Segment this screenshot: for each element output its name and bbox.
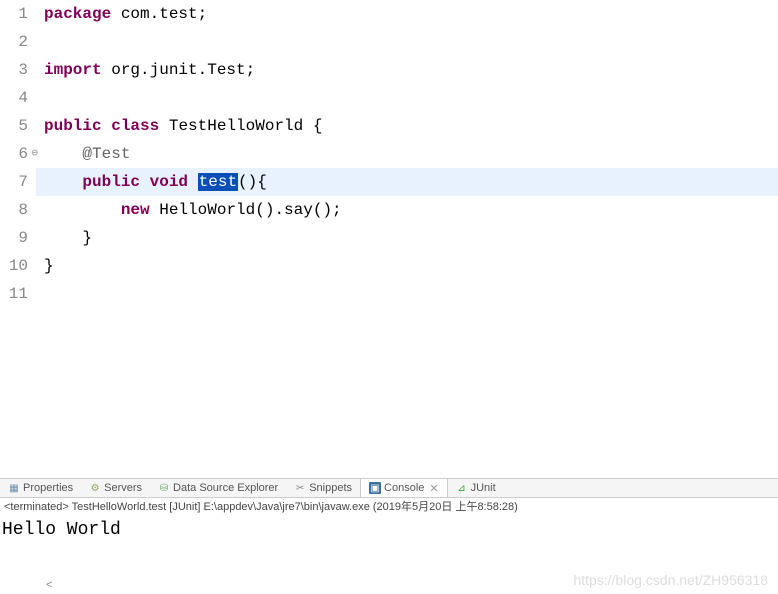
code-line[interactable]: public void test(){ — [36, 168, 778, 196]
line-number: 3 — [0, 56, 28, 84]
selected-text: test — [198, 173, 238, 191]
code-token: public — [82, 173, 140, 191]
tab-snippets[interactable]: ✂Snippets — [286, 479, 360, 497]
code-line[interactable] — [36, 84, 778, 112]
code-line[interactable] — [36, 280, 778, 308]
properties-icon: ▦ — [8, 482, 20, 494]
code-token — [44, 201, 121, 219]
line-number-gutter: 1234567891011 — [0, 0, 36, 478]
tab-junit[interactable]: ⊿JUnit — [448, 479, 504, 497]
code-token: class — [111, 117, 159, 135]
watermark: https://blog.csdn.net/ZH956318 — [573, 572, 768, 588]
code-line[interactable]: @Test — [36, 140, 778, 168]
line-number: 10 — [0, 252, 28, 280]
code-content[interactable]: package com.test; import org.junit.Test; p… — [36, 0, 778, 478]
snippets-icon: ✂ — [294, 482, 306, 494]
code-token: com.test; — [111, 5, 207, 23]
tab-label: Console — [384, 482, 424, 494]
code-line[interactable]: } — [36, 252, 778, 280]
code-token — [44, 173, 82, 191]
tab-label: Data Source Explorer — [173, 482, 278, 494]
code-token: void — [150, 173, 188, 191]
code-token — [188, 173, 198, 191]
line-number: 2 — [0, 28, 28, 56]
code-token: } — [44, 257, 54, 275]
tab-label: Properties — [23, 482, 73, 494]
servers-icon: ⚙ — [89, 482, 101, 494]
code-token: package — [44, 5, 111, 23]
tab-label: JUnit — [471, 482, 496, 494]
line-number: 1 — [0, 0, 28, 28]
data-source-icon: ⛁ — [158, 482, 170, 494]
line-number: 5 — [0, 112, 28, 140]
line-number: 6 — [0, 140, 28, 168]
code-token: TestHelloWorld { — [159, 117, 322, 135]
console-output[interactable]: Hello World — [0, 516, 778, 576]
line-number: 4 — [0, 84, 28, 112]
code-token: } — [44, 229, 92, 247]
tab-properties[interactable]: ▦Properties — [0, 479, 81, 497]
code-line[interactable]: import org.junit.Test; — [36, 56, 778, 84]
code-editor[interactable]: 1234567891011 package com.test; import or… — [0, 0, 778, 478]
code-line[interactable] — [36, 28, 778, 56]
code-token: @Test — [82, 145, 130, 163]
code-token: (){ — [238, 173, 267, 191]
console-icon: ▣ — [369, 482, 381, 494]
tab-servers[interactable]: ⚙Servers — [81, 479, 150, 497]
line-number: 11 — [0, 280, 28, 308]
horizontal-scroll-indicator[interactable]: < — [46, 580, 53, 592]
line-number: 8 — [0, 196, 28, 224]
code-line[interactable]: } — [36, 224, 778, 252]
code-token: HelloWorld().say(); — [150, 201, 342, 219]
tab-data-source[interactable]: ⛁Data Source Explorer — [150, 479, 286, 497]
console-status-line: <terminated> TestHelloWorld.test [JUnit]… — [0, 498, 778, 516]
tab-label: Servers — [104, 482, 142, 494]
code-token: org.junit.Test; — [102, 61, 256, 79]
view-tab-bar: ▦Properties⚙Servers⛁Data Source Explorer… — [0, 478, 778, 498]
code-token: new — [121, 201, 150, 219]
code-token — [102, 117, 112, 135]
code-token — [44, 145, 82, 163]
line-number: 9 — [0, 224, 28, 252]
code-line[interactable]: package com.test; — [36, 0, 778, 28]
code-line[interactable]: new HelloWorld().say(); — [36, 196, 778, 224]
line-number: 7 — [0, 168, 28, 196]
code-line[interactable]: public class TestHelloWorld { — [36, 112, 778, 140]
code-token: import — [44, 61, 102, 79]
tab-label: Snippets — [309, 482, 352, 494]
tab-console[interactable]: ▣Console ✕ — [360, 479, 448, 497]
close-icon[interactable]: ✕ — [429, 482, 438, 495]
junit-icon: ⊿ — [456, 482, 468, 494]
code-token: public — [44, 117, 102, 135]
code-token — [140, 173, 150, 191]
